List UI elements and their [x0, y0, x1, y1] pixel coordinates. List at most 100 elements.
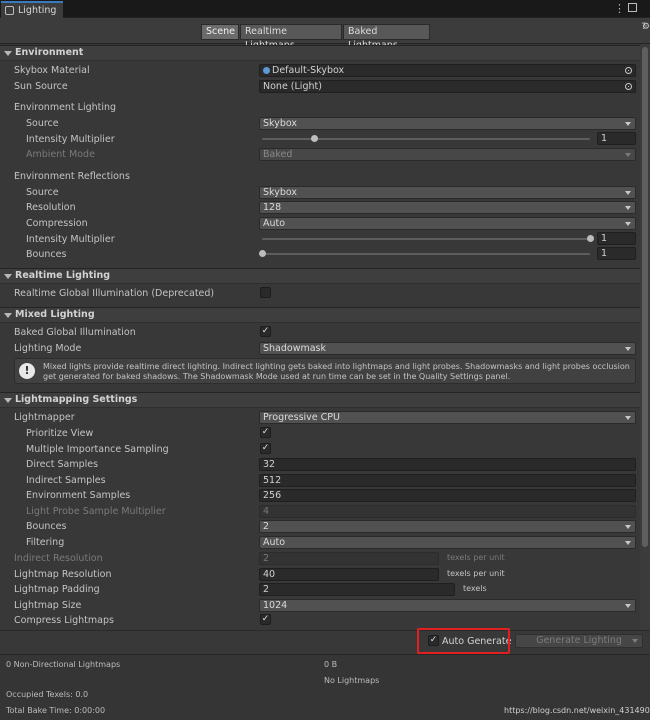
section-mixed-lighting[interactable]: Mixed Lighting: [0, 307, 650, 323]
bounces-label: Bounces: [26, 249, 67, 260]
foldout-arrow-icon: [4, 398, 12, 403]
kebab-menu-icon[interactable]: ⋮: [614, 2, 625, 15]
filtering-value: Auto: [263, 537, 286, 548]
lightmap-padding-field[interactable]: 2: [259, 583, 455, 596]
compression-value: Auto: [263, 218, 286, 229]
skybox-material-label: Skybox Material: [14, 65, 90, 76]
refl-source-label: Source: [26, 187, 59, 198]
compression-dropdown[interactable]: Auto: [259, 217, 636, 230]
dropdown-arrow-icon[interactable]: [632, 639, 638, 643]
compress-lightmaps-label: Compress Lightmaps: [14, 615, 114, 626]
lighting-mode-label: Lighting Mode: [14, 343, 82, 354]
lightmapper-label: Lightmapper: [14, 412, 75, 423]
section-environment[interactable]: Environment: [0, 45, 650, 61]
tab-realtime-lightmaps[interactable]: Realtime Lightmaps: [240, 24, 342, 51]
refl-intensity-slider-track[interactable]: [262, 238, 590, 240]
indirect-samples-field[interactable]: 512: [259, 474, 636, 487]
sun-source-value: None (Light): [263, 81, 322, 92]
section-title: Environment: [15, 47, 84, 58]
dropdown-arrow-icon: [625, 416, 631, 420]
watermark-url: https://blog.csdn.net/weixin_43149049: [504, 706, 650, 715]
foldout-arrow-icon: [4, 274, 12, 279]
lp-multiplier-field: 4: [259, 505, 636, 518]
indirect-resolution-unit: texels per unit: [447, 553, 505, 562]
refl-intensity-slider-knob[interactable]: [586, 235, 594, 242]
lighting-icon: [5, 6, 14, 15]
lightmapper-dropdown[interactable]: Progressive CPU: [259, 411, 636, 424]
lightmaps-count: 0 Non-Directional Lightmaps: [6, 660, 121, 669]
lightmap-size-dropdown[interactable]: 1024: [259, 599, 636, 612]
bounces-slider-track[interactable]: [262, 253, 590, 255]
material-sphere-icon: [263, 67, 270, 74]
tab-baked-lightmaps[interactable]: Baked Lightmaps: [343, 24, 430, 51]
lp-multiplier-label: Light Probe Sample Multiplier: [26, 506, 166, 517]
intensity-value-field[interactable]: 1: [597, 132, 636, 145]
compress-lightmaps-checkbox[interactable]: ✓: [260, 614, 271, 625]
lightmapper-value: Progressive CPU: [263, 412, 340, 423]
resolution-dropdown[interactable]: 128: [259, 201, 636, 214]
resolution-label: Resolution: [26, 202, 76, 213]
maximize-icon[interactable]: [628, 3, 637, 12]
mis-label: Multiple Importance Sampling: [26, 444, 169, 455]
lighting-inspector: Environment Skybox Material Default-Skyb…: [0, 44, 650, 630]
window-titlebar: Lighting ⋮: [0, 0, 650, 18]
occupied-texels: Occupied Texels: 0.0: [6, 690, 89, 699]
mixed-lighting-help-box: ! Mixed lights provide realtime direct l…: [14, 358, 636, 384]
env-samples-label: Environment Samples: [26, 490, 131, 501]
lm-bounces-dropdown[interactable]: 2: [259, 520, 636, 533]
foldout-arrow-icon: [4, 313, 12, 318]
lightmap-size-label: Lightmap Size: [14, 600, 82, 611]
generate-lighting-button[interactable]: Generate Lighting: [515, 634, 643, 648]
lighting-window-tab[interactable]: Lighting: [1, 1, 63, 18]
help-text: Mixed lights provide realtime direct lig…: [43, 362, 630, 381]
resolution-value: 128: [263, 202, 282, 213]
lightmap-resolution-field[interactable]: 40: [259, 568, 439, 581]
bounces-slider-knob[interactable]: [258, 250, 266, 257]
refl-source-value: Skybox: [263, 187, 297, 198]
filtering-dropdown[interactable]: Auto: [259, 536, 636, 549]
intensity-slider-knob[interactable]: [310, 135, 318, 142]
indirect-resolution-field: 2: [259, 552, 439, 565]
mis-checkbox[interactable]: ✓: [260, 443, 271, 454]
object-picker-icon[interactable]: [625, 67, 632, 74]
prioritize-view-checkbox[interactable]: ✓: [260, 427, 271, 438]
bounces-value-field[interactable]: 1: [597, 247, 636, 260]
env-source-dropdown[interactable]: Skybox: [259, 117, 636, 130]
direct-samples-field[interactable]: 32: [259, 458, 636, 471]
refl-source-dropdown[interactable]: Skybox: [259, 186, 636, 199]
lightmap-padding-label: Lightmap Padding: [14, 584, 100, 595]
lightmap-padding-unit: texels: [463, 584, 487, 593]
env-samples-field[interactable]: 256: [259, 489, 636, 502]
lightmap-size-value: 1024: [263, 600, 288, 611]
environment-reflections-label: Environment Reflections: [14, 171, 130, 182]
lm-bounces-label: Bounces: [26, 521, 67, 532]
object-picker-icon[interactable]: [625, 83, 632, 90]
annotation-highlight-box: [417, 628, 510, 654]
skybox-material-field[interactable]: Default-Skybox: [259, 64, 636, 77]
tab-scene[interactable]: Scene: [201, 24, 239, 40]
prioritize-view-label: Prioritize View: [26, 428, 94, 439]
settings-gear-icon[interactable]: ⚙: [642, 22, 650, 32]
dropdown-arrow-icon: [625, 541, 631, 545]
dropdown-arrow-icon: [625, 525, 631, 529]
direct-samples-label: Direct Samples: [26, 459, 99, 470]
filtering-label: Filtering: [26, 537, 65, 548]
lighting-mode-dropdown[interactable]: Shadowmask: [259, 342, 636, 355]
ambient-mode-label: Ambient Mode: [26, 149, 95, 160]
env-source-label: Source: [26, 118, 59, 129]
sun-source-field[interactable]: None (Light): [259, 80, 636, 93]
no-lightmaps-text: No Lightmaps: [324, 676, 380, 685]
skybox-material-value: Default-Skybox: [272, 65, 345, 76]
section-lightmapping-settings[interactable]: Lightmapping Settings: [0, 392, 650, 408]
baked-gi-checkbox[interactable]: ✓: [260, 326, 271, 337]
section-realtime-lighting[interactable]: Realtime Lighting: [0, 268, 650, 284]
env-source-value: Skybox: [263, 118, 297, 129]
lightmap-resolution-label: Lightmap Resolution: [14, 569, 112, 580]
realtime-gi-checkbox[interactable]: [260, 287, 271, 298]
refl-intensity-value-field[interactable]: 1: [597, 232, 636, 245]
inspector-scrollbar[interactable]: [640, 44, 650, 630]
dropdown-arrow-icon: [625, 206, 631, 210]
lighting-mode-value: Shadowmask: [263, 343, 327, 354]
scrollbar-thumb[interactable]: [642, 47, 648, 547]
refl-intensity-label: Intensity Multiplier: [26, 234, 115, 245]
